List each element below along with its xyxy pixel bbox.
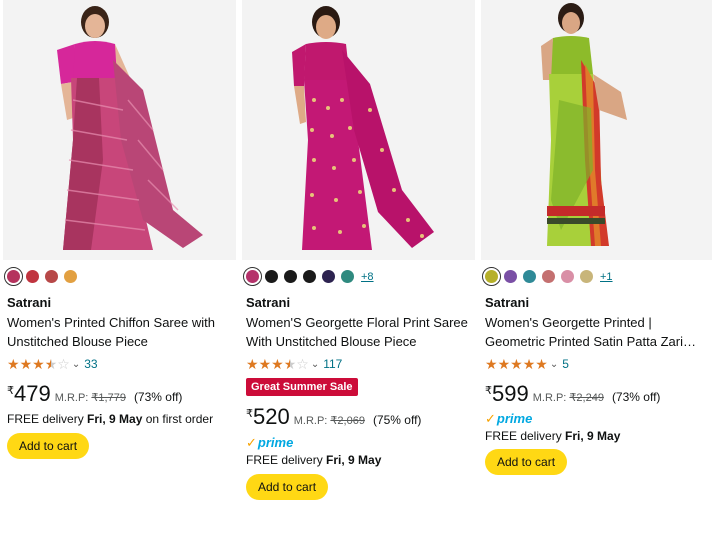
delivery-info: FREE delivery Fri, 9 May: [485, 429, 621, 443]
delivery-info: FREE delivery Fri, 9 May: [246, 453, 382, 467]
mrp: ₹2,249: [569, 392, 604, 404]
star-icon: ★: [44, 356, 58, 372]
rating[interactable]: ★ ★ ★ ★ ☆ ⌄ 33: [7, 357, 98, 371]
discount: (73% off): [611, 390, 661, 404]
color-swatch[interactable]: [265, 270, 278, 283]
brand-name: Satrani: [7, 295, 52, 310]
color-swatch[interactable]: [26, 270, 39, 283]
delivery-info: FREE delivery Fri, 9 May on first order: [7, 412, 214, 426]
add-to-cart-button[interactable]: Add to cart: [7, 433, 90, 459]
product-image[interactable]: [242, 0, 475, 260]
product-title[interactable]: Women'S Georgette Floral Print Saree Wit…: [246, 313, 470, 351]
star-rating: ★ ★ ★ ★ ☆: [7, 357, 70, 371]
add-to-cart-button[interactable]: Add to cart: [246, 474, 329, 500]
mrp: ₹2,069: [330, 415, 365, 427]
prime-badge: ✓prime: [246, 435, 294, 450]
brand-name: Satrani: [485, 295, 530, 310]
star-rating: ★ ★ ★ ★ ☆: [246, 357, 309, 371]
price: 599: [492, 381, 529, 406]
color-swatch[interactable]: [303, 270, 316, 283]
product-card-1: Satrani Women's Printed Chiffon Saree wi…: [3, 0, 236, 539]
star-icon: ★: [258, 356, 272, 372]
color-swatches: +1: [482, 267, 613, 286]
product-card-3: +1 Satrani Women's Georgette Printed | G…: [481, 0, 712, 539]
star-icon: ★: [271, 356, 284, 372]
chevron-down-icon[interactable]: ⌄: [72, 359, 80, 370]
discount: (75% off): [372, 413, 422, 427]
review-count[interactable]: 33: [84, 357, 97, 371]
star-icon: ☆: [296, 356, 309, 372]
color-swatch[interactable]: [322, 270, 335, 283]
color-swatch[interactable]: [482, 267, 501, 286]
star-icon: ★: [535, 356, 548, 372]
color-swatch[interactable]: [542, 270, 555, 283]
color-swatch[interactable]: [504, 270, 517, 283]
color-swatches: +8: [243, 267, 374, 286]
color-swatch[interactable]: [4, 267, 23, 286]
star-icon: ☆: [57, 356, 70, 372]
star-icon: ★: [246, 356, 259, 372]
prime-check-icon: ✓: [485, 411, 496, 426]
deal-badge: Great Summer Sale: [246, 378, 358, 396]
star-icon: ★: [283, 356, 297, 372]
product-grid: Satrani Women's Printed Chiffon Saree wi…: [0, 0, 712, 539]
saree-image: [541, 3, 627, 246]
star-icon: ★: [19, 356, 33, 372]
brand-name: Satrani: [246, 295, 291, 310]
chevron-down-icon[interactable]: ⌄: [311, 359, 319, 370]
price-row: ₹ 599 M.R.P: ₹2,249 (73% off): [485, 381, 661, 406]
review-count[interactable]: 117: [323, 357, 342, 371]
review-count[interactable]: 5: [562, 357, 569, 371]
add-to-cart-button[interactable]: Add to cart: [485, 449, 568, 475]
star-icon: ★: [497, 356, 511, 372]
product-image[interactable]: [481, 0, 712, 260]
price-row: ₹ 520 M.R.P: ₹2,069 (75% off): [246, 404, 422, 429]
product-title[interactable]: Women's Georgette Printed | Geometric Pr…: [485, 313, 709, 351]
rating[interactable]: ★ ★ ★ ★ ☆ ⌄ 117: [246, 357, 342, 371]
product-card-2: +8 Satrani Women'S Georgette Floral Prin…: [242, 0, 475, 539]
star-icon: ★: [32, 356, 45, 372]
color-swatch[interactable]: [284, 270, 297, 283]
prime-badge: ✓prime: [485, 411, 533, 426]
price: 479: [14, 381, 51, 406]
more-colors-link[interactable]: +1: [600, 271, 613, 283]
product-title[interactable]: Women's Printed Chiffon Saree with Unsti…: [7, 313, 231, 351]
color-swatch[interactable]: [523, 270, 536, 283]
discount: (73% off): [133, 390, 183, 404]
more-colors-link[interactable]: +8: [361, 271, 374, 283]
price: 520: [253, 404, 290, 429]
price-row: ₹ 479 M.R.P: ₹1,779 (73% off): [7, 381, 183, 406]
chevron-down-icon[interactable]: ⌄: [550, 359, 558, 370]
product-image[interactable]: [3, 0, 236, 260]
star-icon: ★: [510, 356, 523, 372]
color-swatch[interactable]: [561, 270, 574, 283]
star-icon: ★: [7, 356, 20, 372]
color-swatch[interactable]: [45, 270, 58, 283]
color-swatch[interactable]: [580, 270, 593, 283]
color-swatch[interactable]: [64, 270, 77, 283]
saree-image: [292, 6, 434, 250]
color-swatch[interactable]: [243, 267, 262, 286]
rating[interactable]: ★ ★ ★ ★ ★ ⌄ 5: [485, 357, 569, 371]
saree-image: [57, 6, 203, 250]
star-icon: ★: [485, 356, 498, 372]
star-icon: ★: [522, 356, 536, 372]
mrp: ₹1,779: [91, 392, 126, 404]
star-rating: ★ ★ ★ ★ ★: [485, 357, 548, 371]
prime-check-icon: ✓: [246, 435, 257, 450]
color-swatch[interactable]: [341, 270, 354, 283]
color-swatches: [4, 267, 77, 286]
